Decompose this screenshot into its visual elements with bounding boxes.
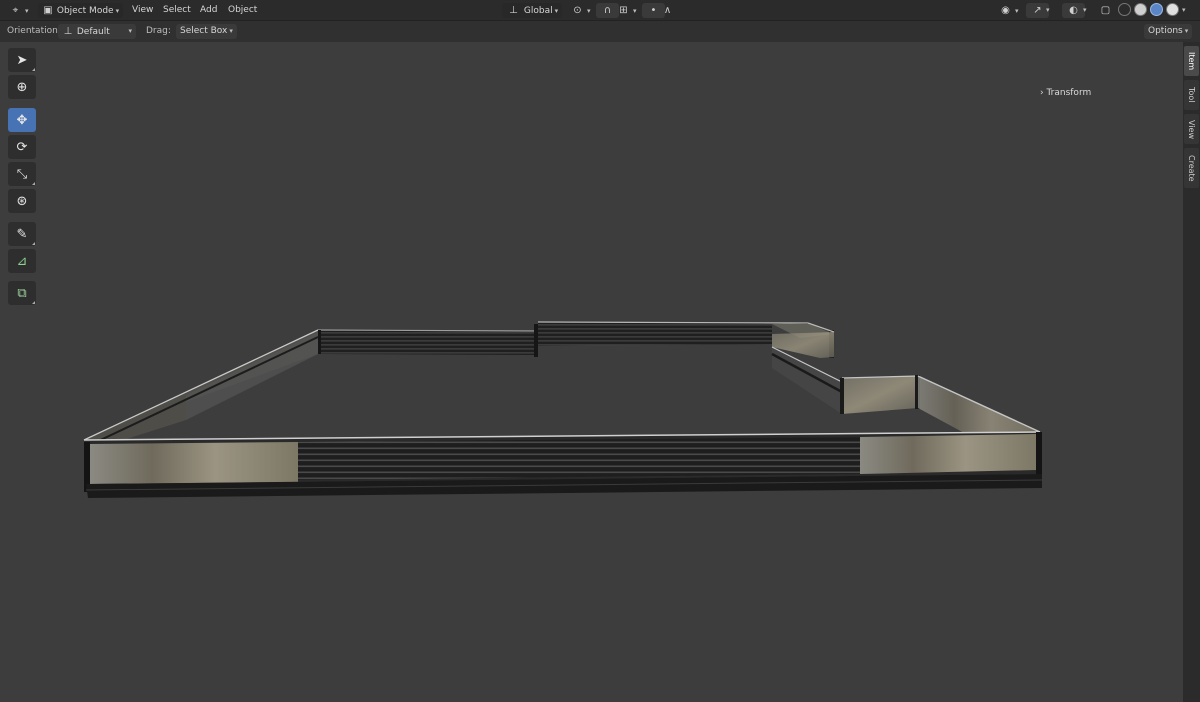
- chevron-down-icon: ▾: [25, 7, 29, 15]
- orientation-label: Global: [523, 6, 553, 16]
- tab-tool[interactable]: Tool: [1184, 80, 1199, 110]
- cursor-tool[interactable]: ⊕: [8, 75, 36, 99]
- options-dropdown[interactable]: Options ▾: [1144, 24, 1193, 39]
- object-mode-icon: ▣: [43, 5, 53, 16]
- shading-dropdown[interactable]: ▾: [1180, 3, 1186, 18]
- transform-panel-header[interactable]: › Transform: [1040, 88, 1091, 98]
- magnet-icon: ∩: [603, 5, 612, 16]
- chevron-down-icon: ▾: [1184, 27, 1189, 35]
- chevron-down-icon: ▾: [1083, 6, 1087, 14]
- orientation-axes-icon: ⊥: [63, 26, 73, 37]
- tab-view[interactable]: View: [1184, 114, 1199, 144]
- orientation-value: Default: [76, 27, 110, 37]
- move-tool[interactable]: ✥: [8, 108, 36, 132]
- rotate-icon: ⟳: [16, 139, 28, 155]
- shading-modes: [1118, 3, 1179, 18]
- menu-view[interactable]: View: [132, 3, 153, 18]
- eye-icon: ◉: [1001, 5, 1010, 16]
- gizmo-dropdown[interactable]: ▾: [1044, 3, 1050, 18]
- measure-ruler-icon: ⊿: [16, 253, 28, 269]
- cursor-arrow-icon: ➤: [16, 52, 28, 68]
- submenu-corner: [32, 301, 35, 304]
- transform-icon: ⊛: [16, 193, 28, 209]
- wireframe-shading-icon[interactable]: [1118, 3, 1131, 16]
- chevron-down-icon: ▾: [1015, 7, 1019, 15]
- options-label: Options: [1148, 26, 1183, 36]
- chevron-down-icon: ▾: [633, 7, 637, 15]
- visibility-button[interactable]: ◉ ▾: [998, 3, 1019, 18]
- drag-value: Select Box: [180, 26, 228, 36]
- snap-grid-icon: ⊞: [619, 5, 628, 16]
- scale-icon: ⤡: [16, 166, 28, 182]
- measure-tool[interactable]: ⊿: [8, 249, 36, 273]
- submenu-corner: [32, 182, 35, 185]
- submenu-corner: [32, 68, 35, 71]
- annotate-pencil-icon: ✎: [16, 226, 28, 242]
- move-arrows-icon: ✥: [16, 112, 28, 128]
- add-cube-icon: ⧉: [17, 285, 27, 301]
- orientation-dropdown[interactable]: ⊥ Default ▾: [58, 24, 136, 39]
- overlays-dropdown[interactable]: ▾: [1081, 3, 1087, 18]
- mode-dropdown[interactable]: ▣ Object Mode ▾: [38, 3, 124, 18]
- menu-object[interactable]: Object: [228, 3, 257, 18]
- tool-settings-bar: Orientation: ⊥ Default ▾ Drag: Select Box…: [0, 21, 1200, 42]
- pivot-icon: ⊙: [573, 5, 582, 16]
- chevron-down-icon: ▾: [1182, 6, 1186, 14]
- chevron-down-icon: ▾: [128, 27, 132, 35]
- scale-tool[interactable]: ⤡: [8, 162, 36, 186]
- wall-front: [83, 431, 1043, 498]
- tab-create[interactable]: Create: [1184, 148, 1199, 188]
- chevron-right-icon: ›: [1040, 88, 1044, 98]
- chevron-down-icon: ▾: [554, 7, 559, 15]
- xray-icon: ▢: [1100, 5, 1111, 16]
- orientation-label: Orientation:: [7, 26, 61, 36]
- viewport-header: ⌖ ▾ ▣ Object Mode ▾ View Select Add Object…: [0, 0, 1200, 21]
- chevron-down-icon: ▾: [587, 7, 591, 15]
- wall-left: [83, 329, 319, 450]
- scene-render: [83, 321, 1043, 498]
- add-cube-tool[interactable]: ⧉: [8, 281, 36, 305]
- mode-label: Object Mode: [56, 6, 114, 16]
- overlays-icon: ◐: [1069, 5, 1078, 16]
- menu-select[interactable]: Select: [163, 3, 191, 18]
- 3d-viewport[interactable]: ➤ ⊕ ✥ ⟳ ⤡ ⊛ ✎ ⊿ ⧉ › Transform: [0, 42, 1183, 702]
- chevron-down-icon: ▾: [229, 27, 233, 35]
- menu-add[interactable]: Add: [200, 3, 217, 18]
- transform-orientation-dropdown[interactable]: ⊥ Global ▾: [502, 3, 563, 18]
- snap-target-button[interactable]: ⊞ ▾: [616, 3, 637, 18]
- material-preview-shading-icon[interactable]: [1149, 3, 1163, 16]
- tab-item[interactable]: Item: [1184, 46, 1199, 76]
- rotate-tool[interactable]: ⟳: [8, 135, 36, 159]
- transform-panel-title: Transform: [1046, 88, 1092, 98]
- orientation-axes-icon: ⊥: [509, 5, 518, 16]
- select-box-tool[interactable]: ➤: [8, 48, 36, 72]
- falloff-button[interactable]: ∧: [660, 3, 675, 18]
- solid-shading-icon[interactable]: [1133, 3, 1147, 16]
- falloff-curve-icon: ∧: [663, 5, 672, 16]
- 3d-cursor-icon: ⊕: [16, 79, 28, 95]
- sidebar-tabs: Item Tool View Create: [1183, 42, 1200, 702]
- xray-toggle[interactable]: ▢: [1098, 3, 1113, 18]
- editor-type-button[interactable]: ⌖ ▾: [8, 3, 29, 18]
- pivot-point-button[interactable]: ⊙ ▾: [570, 3, 591, 18]
- gizmo-icon: ↗: [1033, 5, 1042, 16]
- 3d-viewport-icon: ⌖: [12, 5, 19, 16]
- chevron-down-icon: ▾: [1046, 6, 1050, 14]
- drag-dropdown[interactable]: Select Box ▾: [176, 24, 237, 39]
- drag-label: Drag:: [146, 26, 171, 36]
- chevron-down-icon: ▾: [115, 7, 120, 15]
- proportional-edit-icon: •: [650, 5, 657, 16]
- annotate-tool[interactable]: ✎: [8, 222, 36, 246]
- transform-tool[interactable]: ⊛: [8, 189, 36, 213]
- rendered-shading-icon[interactable]: [1165, 3, 1179, 16]
- submenu-corner: [32, 242, 35, 245]
- wall-back-left: [317, 324, 538, 357]
